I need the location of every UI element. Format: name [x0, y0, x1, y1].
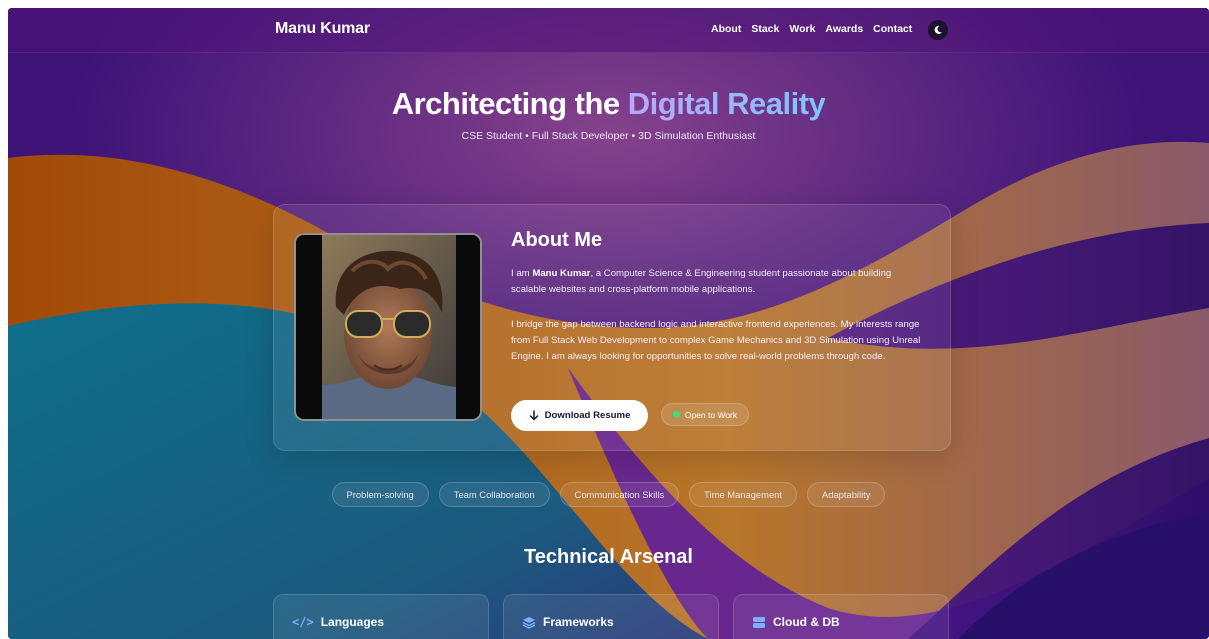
- about-card: About Me I am Manu Kumar, a Computer Sci…: [273, 204, 951, 451]
- theme-toggle-button[interactable]: [928, 20, 948, 40]
- hero-title-accent: Digital Reality: [627, 86, 826, 121]
- hero-title: Architecting the Digital Reality: [8, 86, 1209, 122]
- nav-link-contact[interactable]: Contact: [873, 23, 912, 35]
- stack-card-label: Frameworks: [543, 615, 614, 629]
- skill-chip: Adaptability: [806, 482, 886, 507]
- stack-card-label: Cloud & DB: [773, 615, 840, 629]
- stack-card-frameworks: Frameworks: [503, 594, 719, 639]
- layers-icon: [522, 616, 536, 629]
- technical-arsenal-title: Technical Arsenal: [524, 546, 693, 568]
- profile-photo: [294, 233, 482, 421]
- profile-portrait: [296, 235, 480, 419]
- skill-chip: Problem-solving: [331, 482, 429, 507]
- about-name: Manu Kumar: [532, 268, 591, 279]
- about-paragraph-1: I am Manu Kumar, a Computer Science & En…: [511, 266, 923, 298]
- stack-card-languages: </> Languages: [273, 594, 489, 639]
- soft-skills-list: Problem-solving Team Collaboration Commu…: [8, 482, 1209, 507]
- download-resume-button[interactable]: Download Resume: [511, 400, 648, 431]
- open-to-work-label: Open to Work: [684, 409, 738, 420]
- hero-title-main: Architecting the: [391, 86, 620, 121]
- stack-card-header: Frameworks: [522, 615, 614, 629]
- navbar: Manu Kumar About Stack Work Awards Conta…: [8, 8, 1209, 53]
- skill-chip: Team Collaboration: [438, 482, 550, 507]
- nav-link-awards[interactable]: Awards: [825, 23, 863, 35]
- nav-link-about[interactable]: About: [711, 23, 741, 35]
- about-p1-prefix: I am: [511, 268, 533, 279]
- brand-logo[interactable]: Manu Kumar: [275, 20, 370, 38]
- nav-links: About Stack Work Awards Contact: [711, 23, 912, 35]
- nav-link-work[interactable]: Work: [789, 23, 815, 35]
- skill-chip: Communication Skills: [559, 482, 680, 507]
- status-dot-icon: [672, 411, 680, 418]
- moon-icon: [934, 25, 942, 34]
- stack-card-cloud-db: Cloud & DB: [733, 594, 949, 639]
- code-icon: </>: [292, 615, 314, 629]
- arrow-down-icon: [529, 410, 538, 421]
- download-resume-label: Download Resume: [544, 410, 631, 421]
- about-title: About Me: [511, 229, 603, 251]
- hero-subtitle: CSE Student • Full Stack Developer • 3D …: [461, 130, 756, 142]
- about-paragraph-2: I bridge the gap between backend logic a…: [511, 319, 921, 362]
- open-to-work-badge: Open to Work: [661, 403, 749, 426]
- skill-chip: Time Management: [689, 482, 797, 507]
- server-icon: [753, 616, 765, 628]
- stack-card-header: </> Languages: [292, 615, 384, 629]
- stack-card-header: Cloud & DB: [752, 615, 840, 629]
- nav-link-stack[interactable]: Stack: [751, 23, 779, 35]
- stack-card-label: Languages: [320, 615, 385, 629]
- page-frame: Manu Kumar About Stack Work Awards Conta…: [8, 8, 1209, 639]
